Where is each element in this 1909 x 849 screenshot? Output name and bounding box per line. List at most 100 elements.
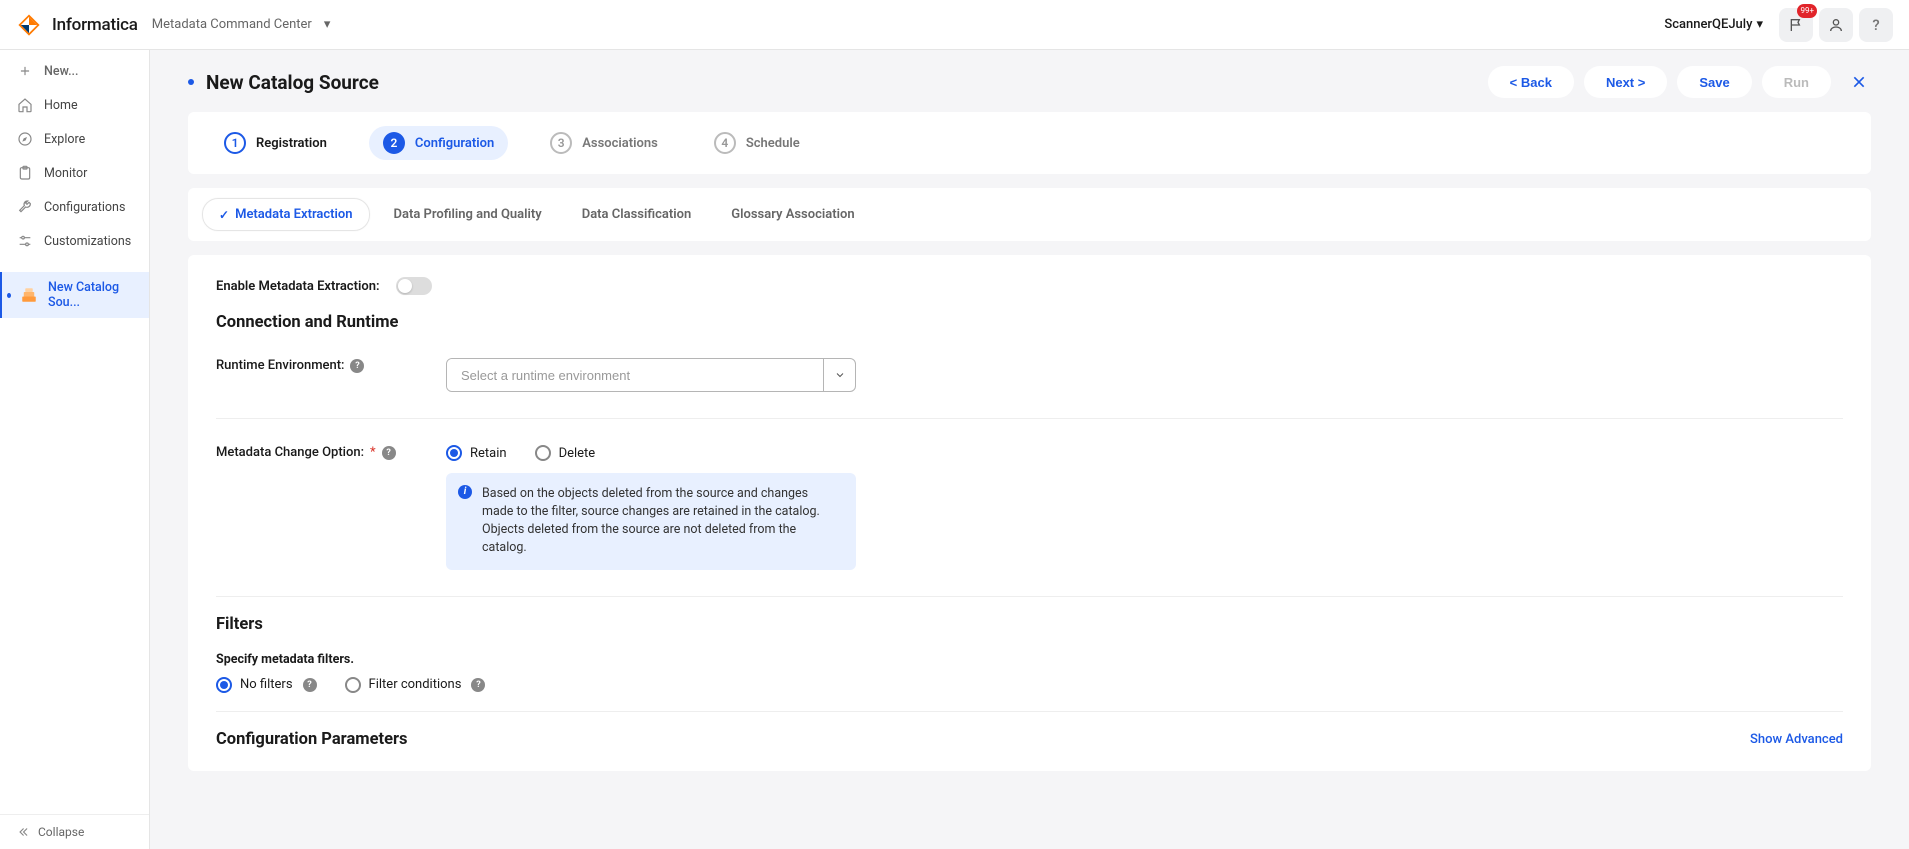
sidebar-item-label: Customizations (44, 234, 131, 249)
tab-label: Metadata Extraction (235, 207, 352, 222)
info-icon: i (458, 485, 472, 499)
logo-icon (16, 12, 42, 38)
tab-metadata-extraction[interactable]: ✓ Metadata Extraction (202, 198, 370, 231)
notification-badge: 99+ (1797, 4, 1817, 18)
sidebar-item-label: New... (44, 64, 79, 79)
step-label: Configuration (415, 136, 494, 151)
step-label: Associations (582, 136, 658, 151)
enable-extraction-toggle[interactable] (396, 277, 432, 295)
compass-icon (16, 130, 34, 148)
notifications-button[interactable]: 99+ (1779, 8, 1813, 42)
next-button[interactable]: Next > (1584, 66, 1667, 98)
metadata-change-option-label: Metadata Change Option: (216, 445, 364, 460)
sidebar-item-explore[interactable]: Explore (0, 122, 149, 156)
form-card: Enable Metadata Extraction: Connection a… (188, 255, 1871, 771)
sidebar-item-label: Configurations (44, 200, 125, 215)
section-config-parameters: Configuration Parameters (216, 730, 408, 749)
radio-retain[interactable]: Retain (446, 445, 507, 461)
radio-label: Delete (559, 446, 596, 461)
help-icon[interactable]: ? (382, 446, 396, 460)
info-text: Based on the objects deleted from the so… (482, 486, 820, 555)
close-button[interactable] (1847, 70, 1871, 94)
sidebar-collapse-button[interactable]: Collapse (0, 814, 149, 849)
sliders-icon (16, 232, 34, 250)
sidebar-collapse-label: Collapse (38, 825, 84, 839)
step-label: Registration (256, 136, 327, 151)
runtime-environment-label: Runtime Environment: (216, 358, 344, 373)
radio-delete[interactable]: Delete (535, 445, 596, 461)
sidebar-item-new[interactable]: New... (0, 54, 149, 88)
unsaved-indicator-icon (188, 79, 194, 85)
flag-icon (1788, 17, 1804, 33)
section-filters: Filters (216, 615, 1843, 634)
run-button: Run (1762, 66, 1831, 98)
save-button[interactable]: Save (1677, 66, 1751, 98)
radio-label: No filters (240, 677, 293, 692)
home-icon (16, 96, 34, 114)
sidebar-item-monitor[interactable]: Monitor (0, 156, 149, 190)
stepper-card: 1 Registration 2 Configuration 3 Associa… (188, 112, 1871, 174)
sidebar-item-configurations[interactable]: Configurations (0, 190, 149, 224)
radio-icon (216, 677, 232, 693)
chevrons-left-icon (16, 825, 30, 839)
tab-glossary-association[interactable]: Glossary Association (715, 199, 870, 230)
radio-icon (535, 445, 551, 461)
chevron-down-icon[interactable] (823, 359, 855, 391)
tab-data-profiling[interactable]: Data Profiling and Quality (378, 199, 558, 230)
user-icon (1828, 17, 1844, 33)
help-icon[interactable]: ? (350, 359, 364, 373)
sidebar-item-label: Explore (44, 132, 85, 147)
runtime-environment-select[interactable] (446, 358, 856, 392)
question-icon: ? (1872, 16, 1879, 34)
chevron-down-icon[interactable]: ▾ (324, 17, 331, 32)
main-content: New Catalog Source < Back Next > Save Ru… (150, 50, 1909, 849)
catalog-source-icon (20, 286, 38, 304)
radio-no-filters[interactable]: No filters (216, 677, 293, 693)
check-icon: ✓ (219, 208, 229, 222)
help-icon[interactable]: ? (471, 678, 485, 692)
sidebar: New... Home Explore Monitor Configuratio… (0, 50, 150, 849)
step-schedule[interactable]: 4 Schedule (700, 126, 814, 160)
step-registration[interactable]: 1 Registration (210, 126, 341, 160)
enable-extraction-label: Enable Metadata Extraction: (216, 279, 380, 294)
divider (216, 711, 1843, 712)
product-dropdown[interactable]: Metadata Command Center (152, 17, 312, 32)
sidebar-item-home[interactable]: Home (0, 88, 149, 122)
radio-icon (345, 677, 361, 693)
tab-data-classification[interactable]: Data Classification (566, 199, 708, 230)
clipboard-icon (16, 164, 34, 182)
sidebar-item-label: New Catalog Sou... (48, 280, 133, 310)
back-button[interactable]: < Back (1488, 66, 1574, 98)
step-label: Schedule (746, 136, 800, 151)
sidebar-item-label: Monitor (44, 166, 87, 181)
user-dropdown[interactable]: ScannerQEJuly▾ (1664, 17, 1763, 32)
step-configuration[interactable]: 2 Configuration (369, 126, 508, 160)
radio-filter-conditions[interactable]: Filter conditions (345, 677, 462, 693)
unsaved-indicator-icon (7, 293, 11, 298)
runtime-environment-input[interactable] (447, 359, 823, 391)
step-associations[interactable]: 3 Associations (536, 126, 672, 160)
info-message: i Based on the objects deleted from the … (446, 473, 856, 570)
subtabs-card: ✓ Metadata Extraction Data Profiling and… (188, 188, 1871, 241)
wrench-icon (16, 198, 34, 216)
sidebar-item-label: Home (44, 98, 78, 113)
profile-button[interactable] (1819, 8, 1853, 42)
plus-icon (16, 62, 34, 80)
close-icon (1851, 74, 1867, 90)
page-title: New Catalog Source (206, 71, 379, 94)
divider (216, 418, 1843, 419)
show-advanced-link[interactable]: Show Advanced (1750, 732, 1843, 747)
help-button[interactable]: ? (1859, 8, 1893, 42)
help-icon[interactable]: ? (303, 678, 317, 692)
filters-subtitle: Specify metadata filters. (216, 652, 1843, 667)
required-indicator: * (370, 445, 376, 460)
sidebar-item-new-catalog-source[interactable]: New Catalog Sou... (0, 272, 149, 318)
radio-icon (446, 445, 462, 461)
radio-label: Retain (470, 446, 507, 461)
topbar: Informatica Metadata Command Center ▾ Sc… (0, 0, 1909, 50)
radio-label: Filter conditions (369, 677, 462, 692)
section-connection-runtime: Connection and Runtime (216, 313, 1843, 332)
brand-text: Informatica (52, 15, 138, 35)
sidebar-item-customizations[interactable]: Customizations (0, 224, 149, 258)
chevron-down-icon: ▾ (1756, 17, 1763, 32)
